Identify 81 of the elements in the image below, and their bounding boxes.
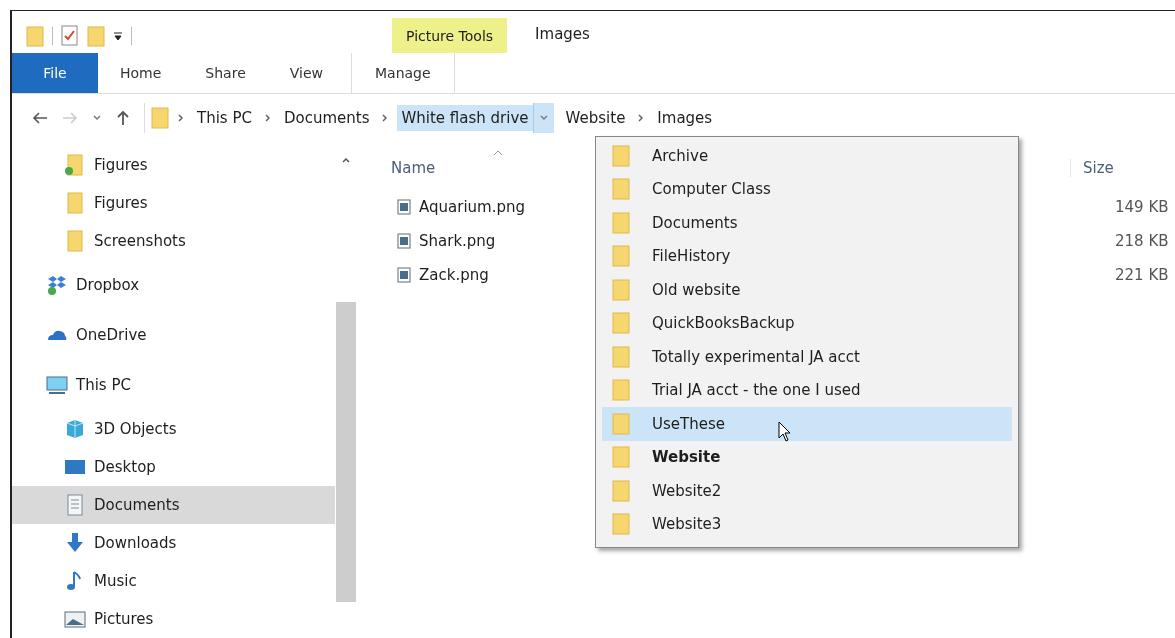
nav-item[interactable]: Figures: [12, 146, 335, 184]
address-bar[interactable]: This PC Documents White flash drive Website Images: [144, 103, 1175, 133]
folder-icon: [151, 107, 169, 129]
folder-icon: [612, 479, 630, 502]
menu-item[interactable]: Trial JA acct - the one I used: [602, 373, 1012, 407]
file-name[interactable]: Zack.png: [419, 266, 489, 284]
folder-icon: [612, 412, 630, 435]
nav-item[interactable]: Desktop: [12, 448, 335, 486]
file-size: 218 KB: [1115, 232, 1170, 250]
folder-icon: [612, 211, 630, 234]
column-header[interactable]: Size: [1070, 159, 1175, 177]
up-arrow-icon[interactable]: [116, 110, 130, 126]
column-header[interactable]: Name: [391, 159, 436, 177]
down-arrow-icon: [64, 532, 86, 554]
folder-icon: [612, 178, 630, 201]
nav-item[interactable]: Downloads: [12, 524, 335, 562]
checklist-icon[interactable]: [61, 25, 79, 47]
breadcrumb[interactable]: Website: [561, 105, 630, 131]
nav-item[interactable]: Music: [12, 562, 335, 600]
nav-item[interactable]: This PC: [12, 360, 335, 410]
breadcrumb[interactable]: Documents: [279, 105, 374, 131]
folder-icon: [612, 446, 630, 469]
breadcrumb[interactable]: White flash drive: [397, 105, 533, 131]
menu-item[interactable]: Documents: [602, 206, 1012, 240]
folder-icon: [612, 345, 630, 368]
folder-icon: [64, 230, 86, 252]
boxes-icon: [46, 274, 68, 296]
file-name[interactable]: Aquarium.png: [419, 198, 525, 216]
folder-icon: [612, 513, 630, 536]
chevron-right-icon[interactable]: [263, 113, 272, 123]
folder-icon: [612, 245, 630, 268]
nav-item[interactable]: Screenshots: [12, 222, 335, 260]
menu-item[interactable]: UseThese: [602, 407, 1012, 441]
image-file-icon: [397, 267, 411, 283]
nav-item[interactable]: Pictures: [12, 600, 335, 638]
menu-item[interactable]: QuickBooksBackup: [602, 306, 1012, 340]
ribbon-tab[interactable]: File: [12, 53, 98, 93]
document-icon: [64, 494, 86, 516]
folder-icon: [64, 192, 86, 214]
folder-icon: [64, 154, 86, 176]
nav-item[interactable]: OneDrive: [12, 310, 335, 360]
monitor-icon: [46, 374, 68, 396]
scrollbar-thumb[interactable]: [336, 302, 356, 602]
sort-caret-icon[interactable]: [493, 150, 503, 156]
cube-icon: [64, 418, 86, 440]
back-arrow-icon[interactable]: [32, 111, 48, 125]
chevron-down-icon[interactable]: [92, 114, 102, 122]
menu-item[interactable]: Website3: [602, 507, 1012, 541]
folder-icon: [612, 144, 630, 167]
file-name[interactable]: Shark.png: [419, 232, 496, 250]
nav-item[interactable]: Figures: [12, 184, 335, 222]
folder-icon: [612, 312, 630, 335]
chevron-right-icon[interactable]: [381, 113, 390, 123]
chevron-right-icon[interactable]: [177, 113, 185, 123]
breadcrumb[interactable]: This PC: [193, 105, 256, 131]
nav-item[interactable]: Dropbox: [12, 260, 335, 310]
context-tab-group: Picture Tools: [392, 18, 508, 53]
chevron-right-icon[interactable]: [637, 113, 646, 123]
image-file-icon: [397, 233, 411, 249]
caret-down-icon: [539, 115, 548, 121]
scroll-up-icon[interactable]: [341, 156, 351, 164]
menu-item[interactable]: Website: [602, 440, 1012, 474]
ribbon-tab[interactable]: Manage: [351, 53, 455, 93]
window-title: Images: [534, 25, 590, 45]
menu-item[interactable]: Old website: [602, 273, 1012, 307]
menu-item[interactable]: Computer Class: [602, 172, 1012, 206]
mouse-pointer-icon: [778, 421, 792, 443]
image-file-icon: [397, 199, 411, 215]
breadcrumb[interactable]: Images: [653, 105, 717, 131]
nav-item[interactable]: 3D Objects: [12, 410, 335, 448]
folder-icon: [612, 379, 630, 402]
menu-item[interactable]: Archive: [602, 139, 1012, 173]
menu-item[interactable]: FileHistory: [602, 239, 1012, 273]
nav-item[interactable]: Documents: [12, 486, 335, 524]
file-size: 221 KB: [1115, 266, 1170, 284]
picture-icon: [64, 608, 86, 630]
folder-icon: [612, 278, 630, 301]
file-size: 149 KB: [1115, 198, 1170, 216]
menu-item[interactable]: Totally experimental JA acct: [602, 340, 1012, 374]
dropdown-icon[interactable]: [113, 30, 123, 42]
menu-item[interactable]: Website2: [602, 474, 1012, 508]
